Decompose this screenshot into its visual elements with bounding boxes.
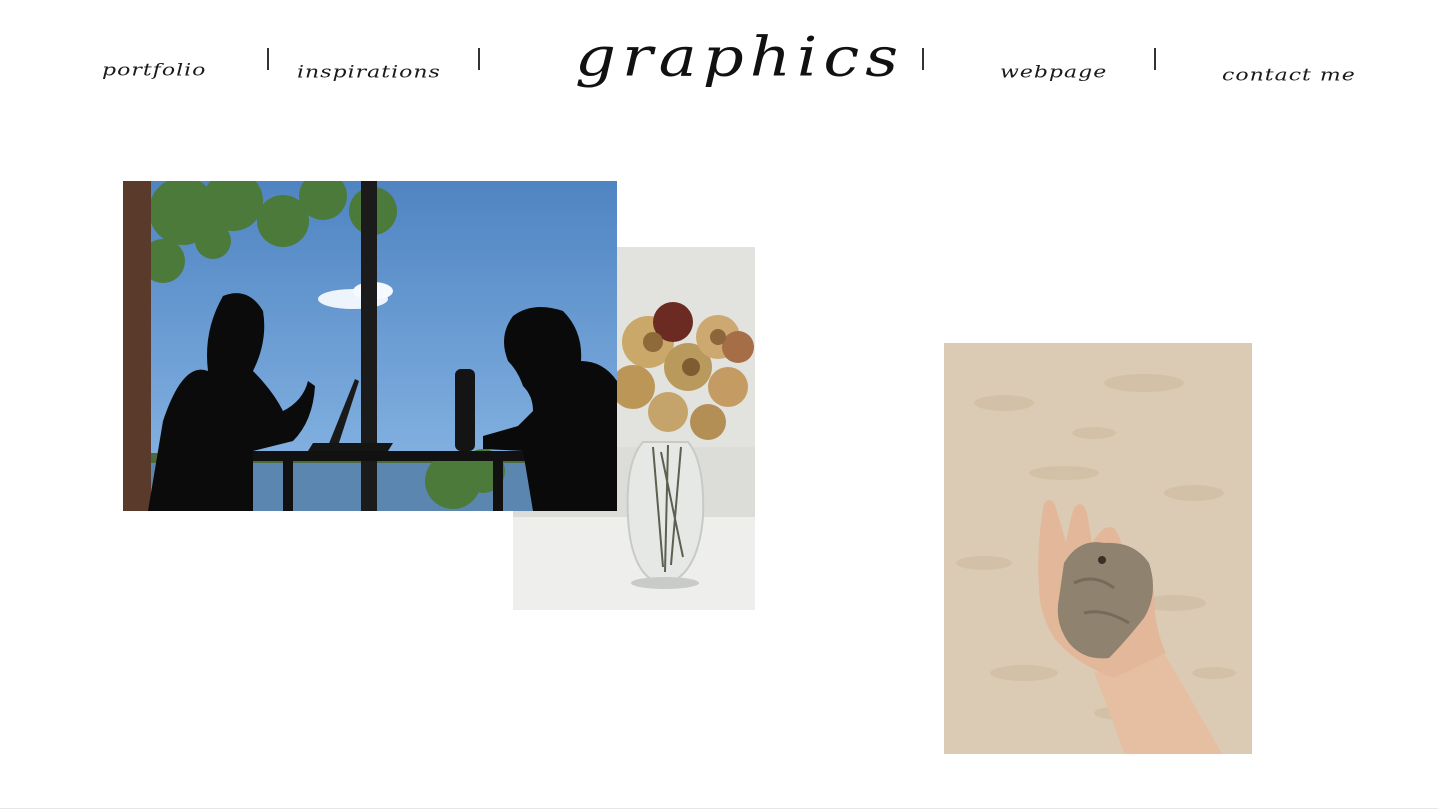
hand-stone-photo[interactable]	[944, 343, 1252, 754]
nav-webpage-link[interactable]: webpage	[1000, 63, 1107, 82]
nav-divider	[1154, 48, 1156, 70]
nav-divider	[922, 48, 924, 70]
nav-divider	[267, 48, 269, 70]
site-logo-link[interactable]: graphics	[575, 26, 904, 89]
silhouette-image	[123, 181, 617, 511]
page-bottom-divider	[0, 808, 1438, 809]
nav-portfolio-link[interactable]: portfolio	[102, 61, 206, 80]
top-navigation: portfolio inspirations graphics webpage …	[0, 0, 1438, 120]
silhouette-photo[interactable]	[123, 181, 617, 511]
hand-stone-image	[944, 343, 1252, 754]
nav-inspirations-link[interactable]: inspirations	[297, 63, 441, 82]
nav-contact-link[interactable]: contact me	[1222, 66, 1356, 85]
nav-divider	[478, 48, 480, 70]
